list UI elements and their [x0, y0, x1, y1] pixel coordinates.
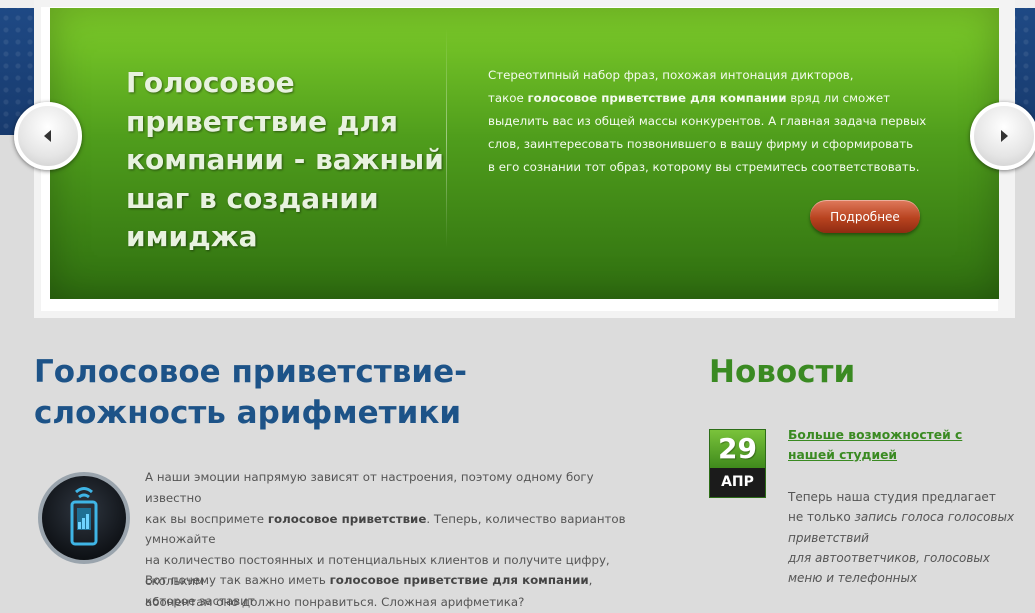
- article-text: Вот почему так важно иметь: [145, 573, 330, 587]
- news-title: Новости: [709, 354, 856, 390]
- chevron-left-icon: [44, 130, 51, 142]
- slide-text-line: выделить вас из общей массы конкурентов.…: [488, 114, 927, 128]
- slide-text-line: вряд ли сможет: [786, 91, 890, 105]
- slide-title: Голосовое приветствие для компании - важ…: [126, 66, 444, 253]
- news-text-line: Теперь наша студия предлагает: [788, 490, 996, 504]
- article-text: как вы воспримете: [145, 511, 268, 526]
- article-paragraph: Вот почему так важно иметь голосовое при…: [145, 570, 645, 612]
- slider-next-button[interactable]: [970, 102, 1035, 170]
- news-text: Теперь наша студия предлагает не только …: [788, 487, 1028, 588]
- slide-text-line: в его сознании тот образ, которому вы ст…: [488, 160, 920, 174]
- news-text-line: не только: [788, 510, 855, 525]
- article-text-bold: голосовое приветствие: [267, 511, 427, 526]
- news-text-italic: для автоответчиков, голосовых меню и тел…: [788, 550, 990, 586]
- slide-text-bold: голосовое приветствие для компании: [527, 91, 787, 105]
- slide-text-line: такое: [488, 91, 528, 105]
- slider-prev-button[interactable]: [14, 102, 82, 170]
- date-badge: 29 АПР: [709, 429, 766, 498]
- more-button[interactable]: Подробнее: [810, 200, 920, 233]
- slide: Голосовое приветствие для компании - важ…: [50, 8, 999, 299]
- article-text-bold: голосовое приветствие для компании: [329, 573, 589, 587]
- news-link[interactable]: Больше возможностей с нашей студией: [788, 425, 1008, 465]
- article-title: Голосовое приветствие- сложность арифмет…: [34, 354, 467, 431]
- date-day: 29: [710, 430, 765, 468]
- slide-text-line: Стереотипный набор фраз, похожая интонац…: [488, 68, 854, 82]
- date-month: АПР: [710, 468, 765, 497]
- slide-divider: [446, 28, 447, 248]
- slide-text-line: слов, заинтересовать позвонившего в вашу…: [488, 137, 914, 151]
- slide-text: Стереотипный набор фраз, похожая интонац…: [488, 64, 928, 179]
- phone-signal-icon: [38, 472, 130, 564]
- article-text: А наши эмоции напрямую зависят от настро…: [145, 470, 594, 505]
- chevron-right-icon: [1001, 130, 1008, 142]
